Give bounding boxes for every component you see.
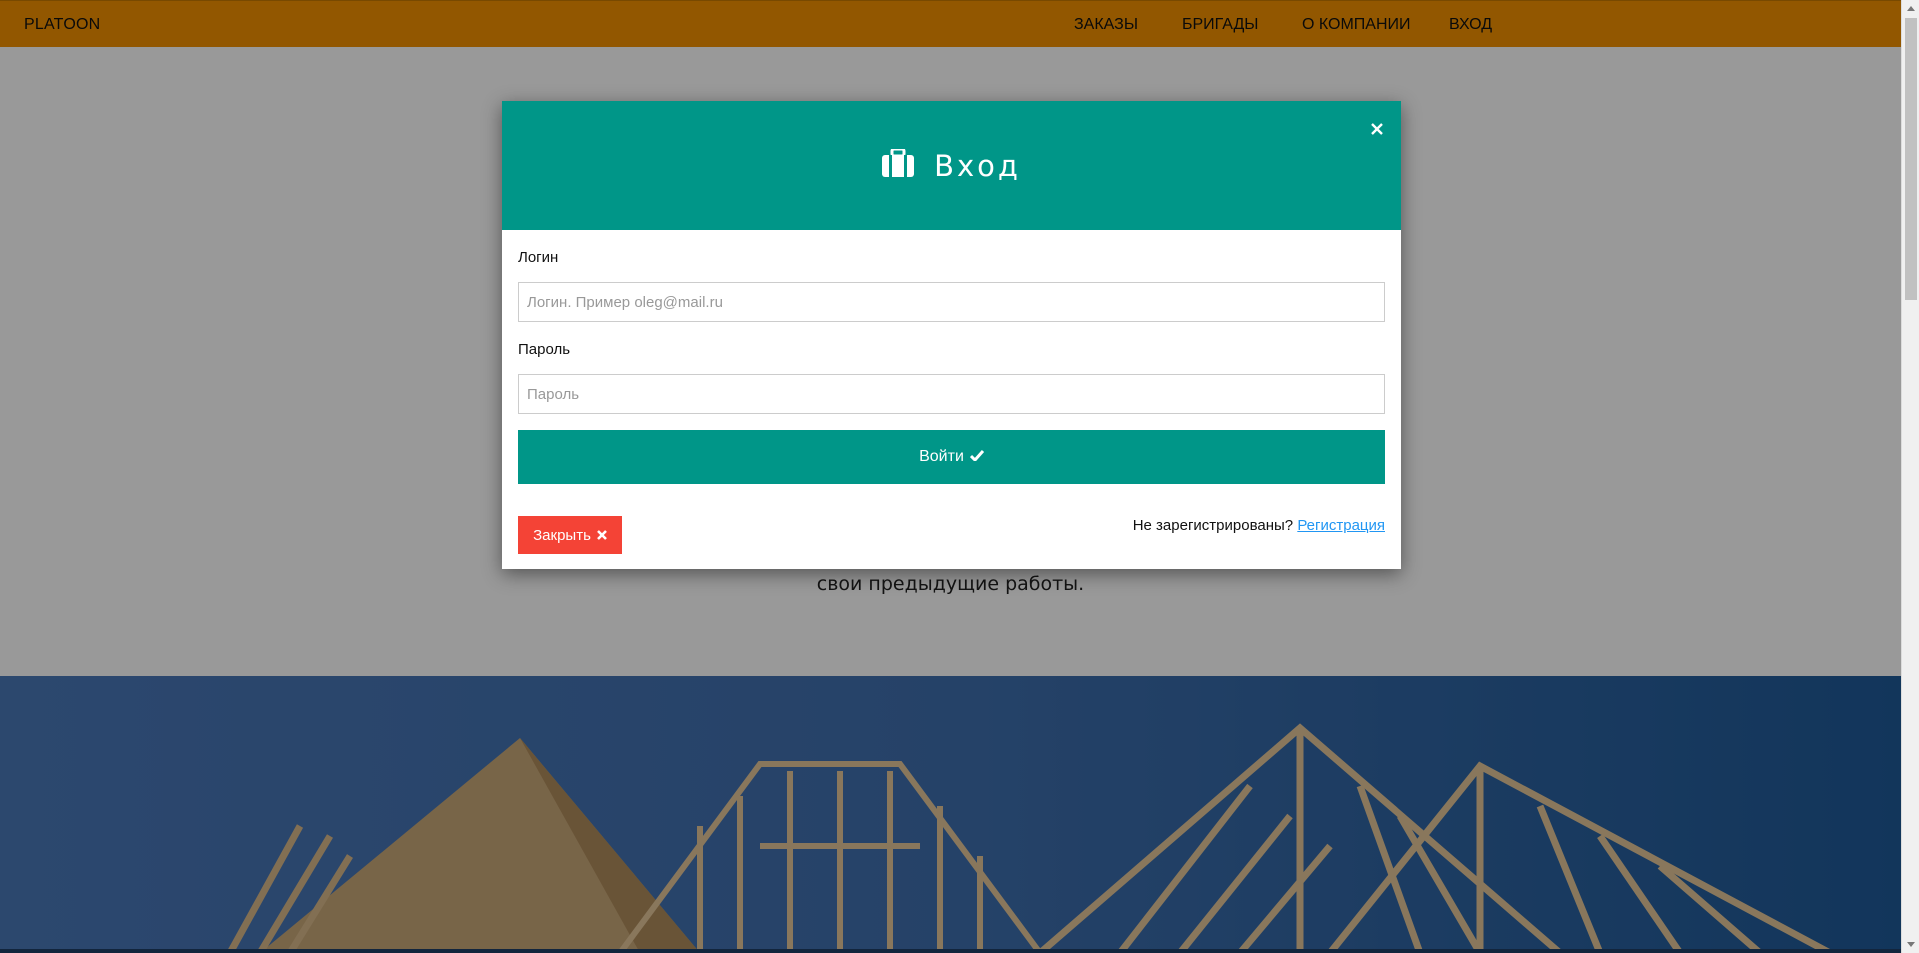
scroll-up-arrow-icon[interactable] bbox=[1902, 0, 1919, 17]
login-modal: Вход Логин Пароль Войти Закрыть Не зарег… bbox=[502, 101, 1401, 569]
login-label: Логин bbox=[518, 249, 559, 266]
password-input[interactable] bbox=[518, 374, 1385, 414]
register-link[interactable]: Регистрация bbox=[1297, 517, 1385, 534]
scroll-down-arrow-icon[interactable] bbox=[1902, 936, 1919, 953]
password-label: Пароль bbox=[518, 341, 571, 358]
login-submit-button[interactable]: Войти bbox=[518, 430, 1385, 484]
modal-title: Вход bbox=[934, 148, 1021, 183]
check-icon bbox=[969, 448, 985, 466]
modal-header: Вход bbox=[502, 101, 1401, 230]
briefcase-icon bbox=[882, 147, 915, 182]
scroll-thumb[interactable] bbox=[1905, 18, 1917, 300]
submit-label: Войти bbox=[919, 448, 964, 465]
times-icon bbox=[596, 527, 607, 544]
register-prompt-line: Не зарегистрированы? Регистрация bbox=[1133, 517, 1385, 534]
login-input[interactable] bbox=[518, 282, 1385, 322]
close-icon[interactable] bbox=[1367, 119, 1387, 139]
close-label: Закрыть bbox=[533, 526, 591, 544]
vertical-scrollbar[interactable] bbox=[1901, 0, 1919, 953]
close-button[interactable]: Закрыть bbox=[518, 516, 622, 554]
register-prompt: Не зарегистрированы? bbox=[1132, 517, 1294, 534]
